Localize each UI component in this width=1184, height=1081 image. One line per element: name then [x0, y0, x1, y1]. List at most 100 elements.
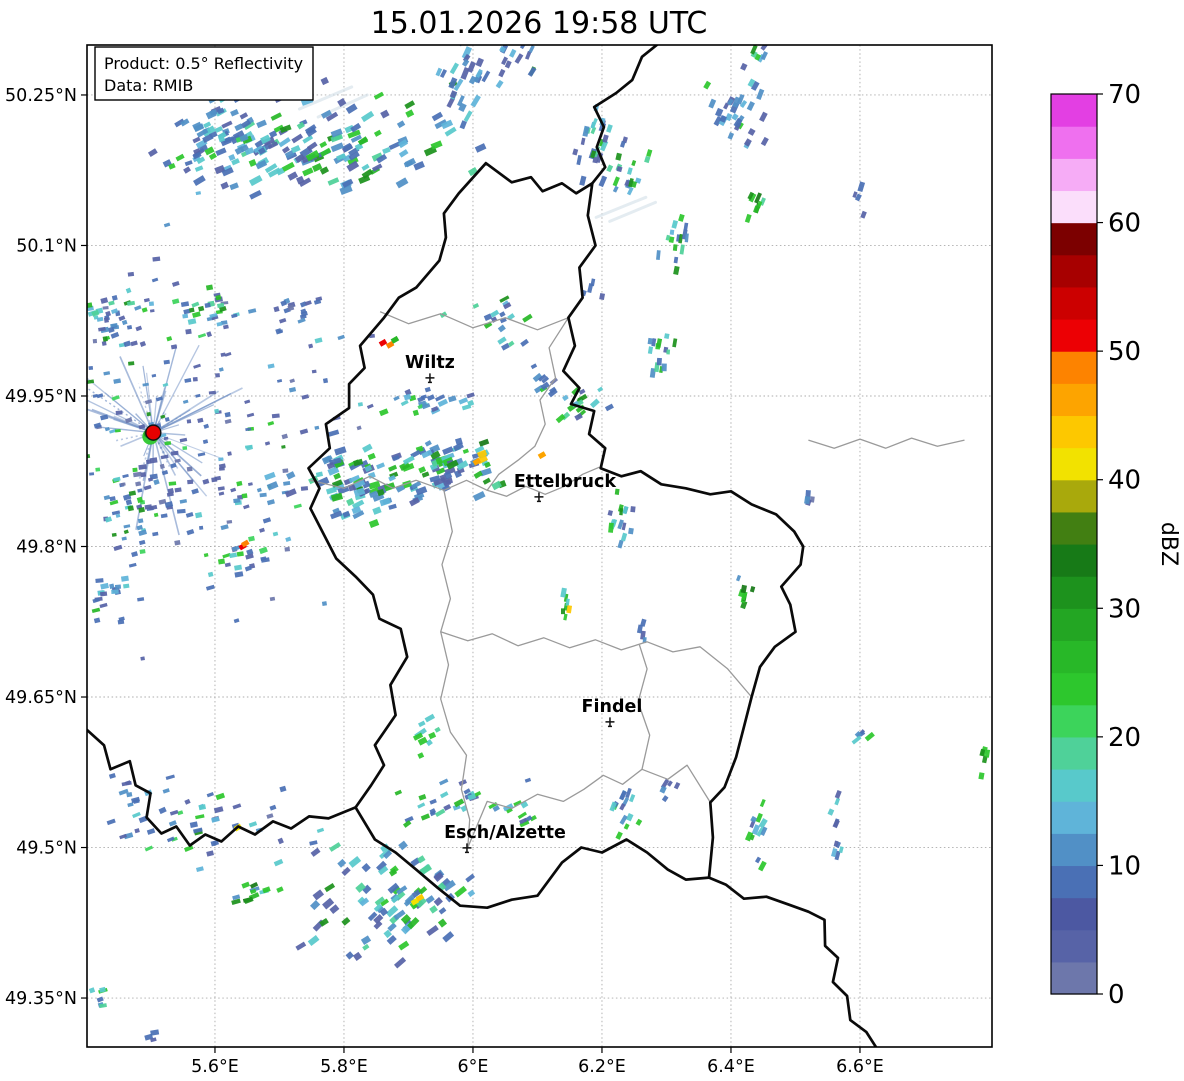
- city-marker-group: Esch/Alzette: [444, 823, 566, 854]
- colorbar-segment: [1051, 929, 1097, 963]
- city-label: Ettelbruck: [514, 472, 617, 492]
- city-label: Wiltz: [405, 353, 455, 373]
- reflectivity-map: 15.01.2026 19:58 UTC Wiltz Ettelbruck Find…: [5, 6, 1181, 1077]
- echo-cluster: [659, 778, 681, 803]
- colorbar-segment: [1051, 126, 1097, 159]
- echo-cluster: [851, 729, 875, 745]
- colorbar-tick-label: 30: [1108, 594, 1141, 624]
- colorbar-segment: [1051, 576, 1097, 609]
- colorbar-tick-label: 10: [1108, 851, 1141, 881]
- colorbar-segment: [1051, 479, 1097, 513]
- x-tick-label: 6.6°E: [836, 1057, 884, 1077]
- echo-cluster: [580, 278, 606, 300]
- echo-cell-intense: [537, 451, 547, 460]
- colorbar-segment: [1051, 511, 1097, 545]
- country-border: [87, 728, 357, 847]
- echo-cluster: [978, 746, 991, 780]
- page-title: 15.01.2026 19:58 UTC: [371, 6, 708, 41]
- colorbar-segment: [1051, 415, 1097, 449]
- echo-cluster: [88, 986, 108, 1009]
- echo-cluster: [435, 45, 506, 130]
- echo-cluster: [606, 140, 653, 196]
- city-plus-marker: [462, 843, 472, 854]
- city-plus-marker: [605, 717, 615, 728]
- colorbar-tick-label: 70: [1108, 80, 1141, 110]
- y-tick-label: 50.25°N: [5, 86, 77, 106]
- y-tick-label: 49.35°N: [5, 989, 77, 1009]
- colorbar-segment: [1051, 94, 1097, 127]
- y-tick-label: 49.95°N: [5, 387, 77, 407]
- echo-cluster: [656, 213, 689, 275]
- colorbar-tick-label: 50: [1108, 337, 1141, 367]
- echo-cluster: [744, 798, 768, 872]
- colorbar-segment: [1051, 190, 1097, 224]
- echo-cluster: [636, 618, 647, 644]
- echo-cluster: [205, 531, 279, 602]
- colorbar-segment: [1051, 286, 1097, 320]
- echo-cluster: [91, 575, 130, 625]
- echo-cluster: [412, 713, 441, 759]
- radar-spoke-layer: [87, 344, 243, 536]
- colorbar-segment: [1051, 736, 1097, 770]
- echo-cluster: [144, 1029, 160, 1043]
- echo-cluster: [180, 284, 257, 338]
- echo-cluster: [736, 574, 756, 610]
- colorbar-segment: [1051, 769, 1097, 802]
- colorbar-tick-label: 0: [1108, 980, 1125, 1010]
- x-tick-label: 6.2°E: [578, 1057, 626, 1077]
- echo-cluster: [647, 333, 678, 378]
- x-tick-label: 5.8°E: [320, 1057, 368, 1077]
- internal-border: [808, 437, 965, 449]
- colorbar-segment: [1051, 158, 1097, 192]
- colorbar-tick-label: 20: [1108, 723, 1141, 753]
- colorbar-segment: [1051, 383, 1097, 417]
- colorbar-segment: [1051, 254, 1097, 288]
- colorbar-segment: [1051, 672, 1097, 706]
- echo-cluster: [273, 296, 323, 335]
- country-border-layer: [87, 45, 965, 1047]
- echo-cluster: [609, 787, 643, 840]
- echo-cluster: [703, 62, 769, 149]
- echo-cluster: [103, 457, 225, 554]
- colorbar-tick-label: 60: [1108, 209, 1141, 239]
- info-data-line: Data: RMIB: [104, 76, 193, 95]
- colorbar-segment: [1051, 704, 1097, 738]
- radar-spoke: [119, 356, 152, 428]
- echo-cluster: [744, 191, 766, 224]
- colorbar-segment: [1051, 447, 1097, 481]
- echo-cluster: [394, 777, 532, 823]
- y-tick-label: 49.65°N: [5, 688, 77, 708]
- city-marker-group: Wiltz: [405, 353, 455, 384]
- country-border: [307, 161, 805, 910]
- radar-dot: [145, 424, 162, 441]
- x-tick-label: 6.4°E: [707, 1057, 755, 1077]
- echo-cluster: [366, 386, 475, 417]
- city-plus-marker: [534, 492, 544, 503]
- colorbar-segment: [1051, 865, 1097, 899]
- colorbar-segment: [1051, 961, 1097, 995]
- echo-cluster: [827, 789, 844, 861]
- colorbar: 0 10 20 30 40 50 60 70: [1050, 80, 1141, 1010]
- colorbar-segment: [1051, 801, 1097, 834]
- y-tick-label: 50.1°N: [16, 236, 77, 256]
- info-product-line: Product: 0.5° Reflectivity: [104, 54, 303, 73]
- y-tick-label: 49.5°N: [16, 839, 77, 859]
- echo-cluster: [264, 429, 507, 528]
- radar-map-screenshot: 15.01.2026 19:58 UTC Wiltz Ettelbruck Find…: [0, 0, 1184, 1081]
- y-tick-label: 49.8°N: [16, 538, 77, 558]
- colorbar-segment: [1051, 222, 1097, 256]
- echo-cluster: [87, 287, 150, 348]
- colorbar-segment: [1051, 640, 1097, 674]
- x-tick-label: 6°E: [457, 1057, 488, 1077]
- city-marker-group: Ettelbruck: [514, 472, 617, 503]
- echo-cluster: [530, 363, 559, 391]
- echo-cluster: [87, 191, 375, 661]
- internal-border: [379, 311, 569, 331]
- country-border: [707, 876, 878, 1047]
- country-border: [590, 45, 659, 185]
- colorbar-tick-label: 40: [1108, 466, 1141, 496]
- colorbar-segment: [1051, 319, 1097, 352]
- echo-cluster: [804, 490, 815, 506]
- city-label: Esch/Alzette: [444, 823, 566, 843]
- echo-cells-layer: [87, 45, 991, 1043]
